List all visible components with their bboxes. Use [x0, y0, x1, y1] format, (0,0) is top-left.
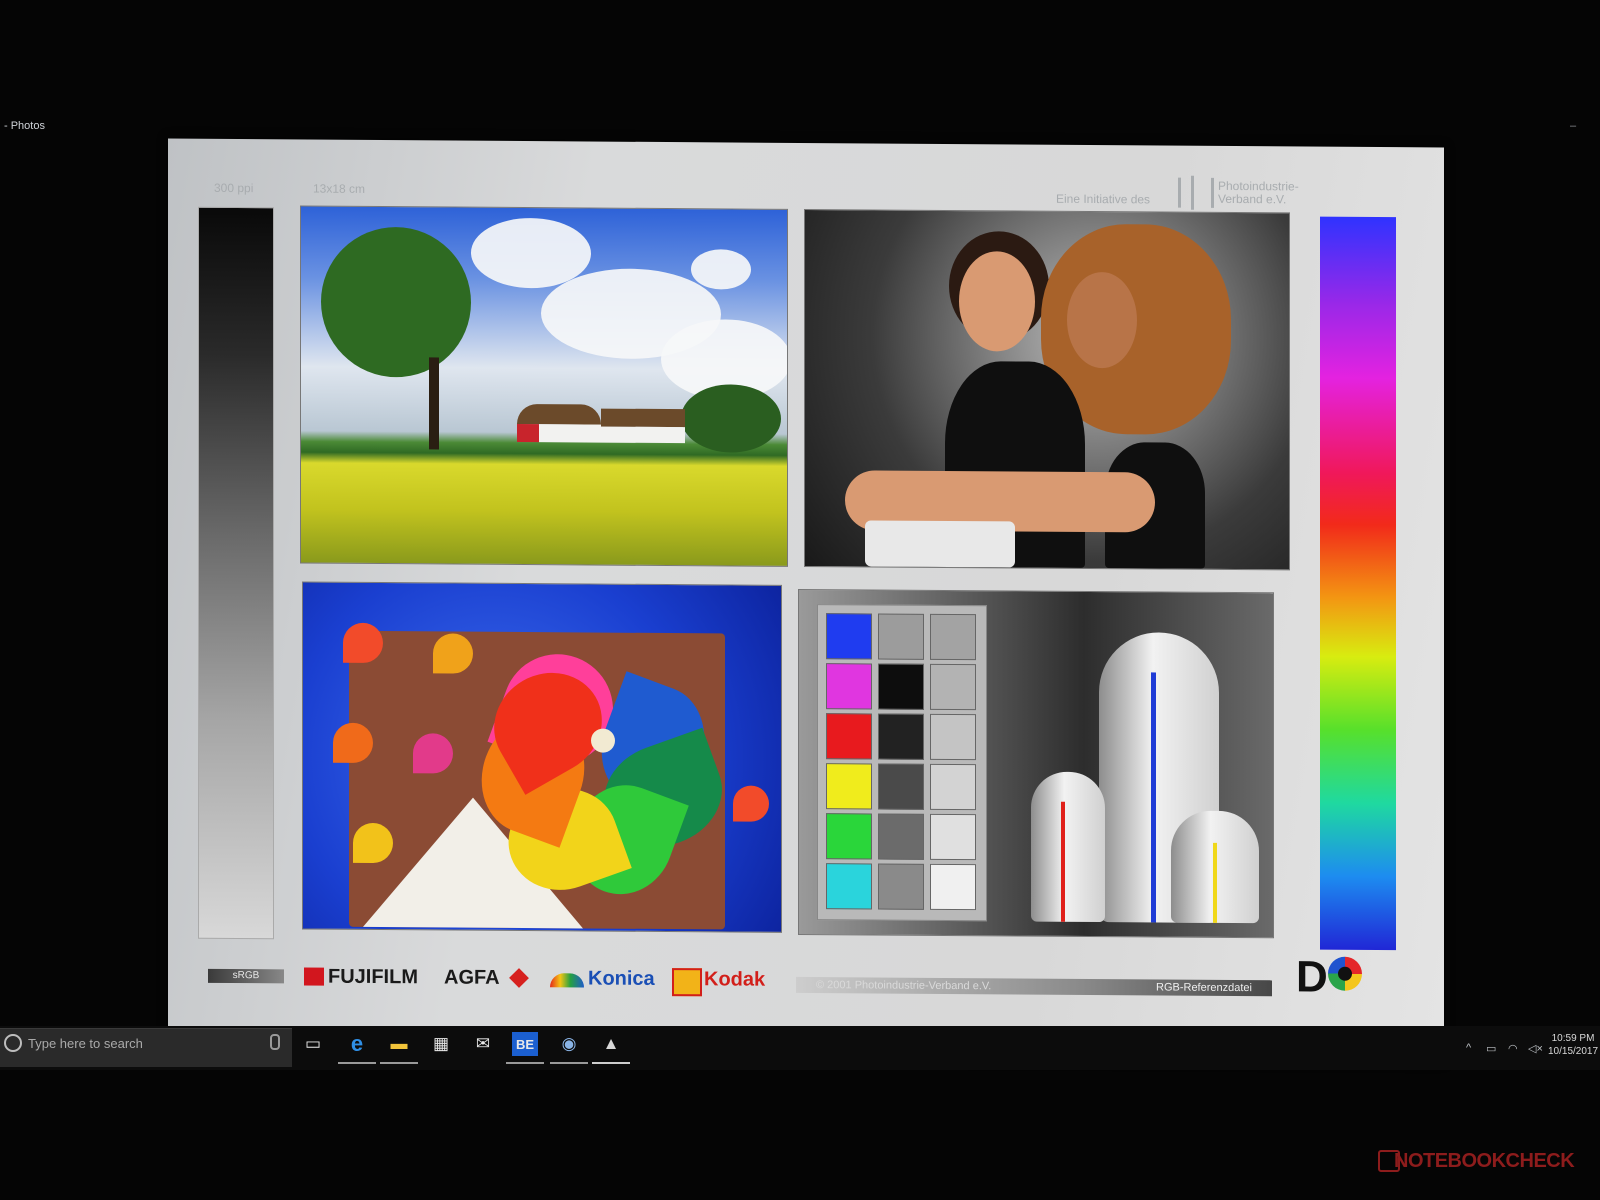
- initiative-label: Eine Initiative des: [1056, 191, 1151, 207]
- reference-file-label: RGB-Referenzdatei: [1156, 981, 1252, 995]
- color-patch: [878, 663, 924, 710]
- color-patch: [930, 763, 976, 811]
- color-patch-board: [817, 604, 987, 922]
- small-pinwheel: [733, 785, 769, 822]
- color-patch: [826, 713, 872, 760]
- taskbar-clock[interactable]: 10:59 PM 10/15/2017: [1548, 1032, 1598, 1058]
- small-pinwheel: [413, 733, 453, 774]
- portrait-photo: [804, 208, 1290, 571]
- color-patch: [878, 813, 924, 860]
- be-icon[interactable]: BE: [512, 1032, 538, 1056]
- window-title: - Photos: [4, 120, 45, 132]
- mail-icon[interactable]: ✉: [470, 1032, 496, 1056]
- volume-icon[interactable]: ◁×: [1528, 1042, 1543, 1055]
- pinwheel-pin: [591, 728, 615, 753]
- clock-date: 10/15/2017: [1548, 1046, 1599, 1057]
- agfa-logo-icon: [509, 968, 529, 988]
- brand-kodak: Kodak: [704, 968, 766, 991]
- chair: [865, 520, 1015, 568]
- association-logo-icon: [1178, 177, 1214, 208]
- vase: [1031, 771, 1105, 923]
- fujifilm-logo-icon: [304, 967, 324, 986]
- edge-running-indicator: [338, 1062, 376, 1064]
- color-patch: [826, 763, 872, 810]
- landscape-photo: [300, 205, 788, 567]
- colorspace-label: sRGB: [208, 968, 284, 984]
- tree-trunk: [429, 357, 439, 450]
- photos-running-indicator: [592, 1062, 630, 1064]
- farmhouse-wall: [601, 426, 685, 444]
- copyright-text: © 2001 Photoindustrie-Verband e.V.: [816, 979, 992, 993]
- wifi-icon[interactable]: ◠: [1508, 1042, 1518, 1055]
- cortana-icon[interactable]: [4, 1034, 22, 1052]
- farmhouse-barn: [517, 423, 539, 443]
- face: [959, 251, 1035, 352]
- pinwheel-photo: [302, 581, 782, 933]
- color-patch: [878, 713, 924, 760]
- association-logo-bar: [1191, 175, 1194, 210]
- minimize-button[interactable]: –: [1570, 120, 1576, 132]
- color-patch: [930, 863, 976, 911]
- color-patch: [930, 713, 976, 761]
- brand-konica: Konica: [588, 967, 655, 990]
- small-pinwheel: [333, 722, 373, 763]
- clock-time: 10:59 PM: [1551, 1033, 1595, 1044]
- bushes: [681, 384, 781, 453]
- color-spectrum-bar: [1320, 216, 1396, 951]
- vase-yellow-stripe: [1213, 842, 1217, 923]
- color-patch-grid: [818, 605, 986, 911]
- do-logo-letter: D: [1296, 952, 1324, 1002]
- color-patch: [826, 613, 872, 660]
- small-pinwheel: [353, 822, 393, 864]
- color-patch: [930, 613, 976, 661]
- brand-agfa: AGFA: [444, 966, 500, 989]
- face: [1067, 271, 1137, 369]
- color-patch: [826, 813, 872, 860]
- brand-fujifilm: FUJIFILM: [328, 965, 418, 989]
- color-patch: [878, 763, 924, 810]
- farmhouse-wall: [539, 424, 601, 443]
- test-chart-image: 300 ppi 13x18 cm Eine Initiative des Pho…: [168, 138, 1444, 1062]
- do-logo-center: [1338, 966, 1352, 981]
- be-running-indicator: [506, 1062, 544, 1064]
- microphone-icon[interactable]: [270, 1034, 280, 1050]
- show-hidden-icons-chevron-icon[interactable]: ^: [1466, 1042, 1471, 1054]
- color-patch: [826, 663, 872, 710]
- kodak-logo-icon: [672, 968, 702, 997]
- association-name: Photoindustrie- Verband e.V.: [1218, 178, 1299, 207]
- edge-icon[interactable]: e: [344, 1031, 370, 1056]
- grayscale-wedge: [198, 206, 274, 940]
- store-icon[interactable]: ▦: [428, 1032, 454, 1056]
- search-placeholder[interactable]: Type here to search: [28, 1036, 143, 1051]
- color-patch: [930, 813, 976, 861]
- color-patch: [930, 663, 976, 711]
- tree: [321, 226, 471, 378]
- farmhouse-roof: [601, 408, 685, 428]
- farmhouse-roof: [517, 403, 601, 425]
- small-pinwheel: [433, 633, 473, 674]
- cloud: [691, 249, 751, 290]
- color-patch: [826, 863, 872, 910]
- steam-icon[interactable]: ◉: [556, 1032, 582, 1056]
- task-view-icon[interactable]: ▭: [300, 1032, 326, 1056]
- small-pinwheel: [343, 622, 383, 664]
- vase-red-stripe: [1061, 801, 1065, 922]
- print-size-label: 13x18 cm: [313, 181, 366, 196]
- watermark: NOTEBOOKCHECK: [1394, 1150, 1575, 1172]
- resolution-label: 300 ppi: [214, 180, 254, 196]
- steam-running-indicator: [550, 1062, 588, 1064]
- battery-icon[interactable]: ▭: [1486, 1042, 1496, 1055]
- color-patch: [878, 613, 924, 660]
- color-patch-photo: [798, 588, 1274, 939]
- photos-icon[interactable]: ▲: [598, 1032, 624, 1056]
- explorer-running-indicator: [380, 1062, 418, 1064]
- vase-blue-stripe: [1151, 672, 1156, 923]
- color-patch: [878, 863, 924, 910]
- konica-logo-icon: [550, 973, 584, 988]
- file-explorer-icon[interactable]: ▬: [386, 1032, 412, 1056]
